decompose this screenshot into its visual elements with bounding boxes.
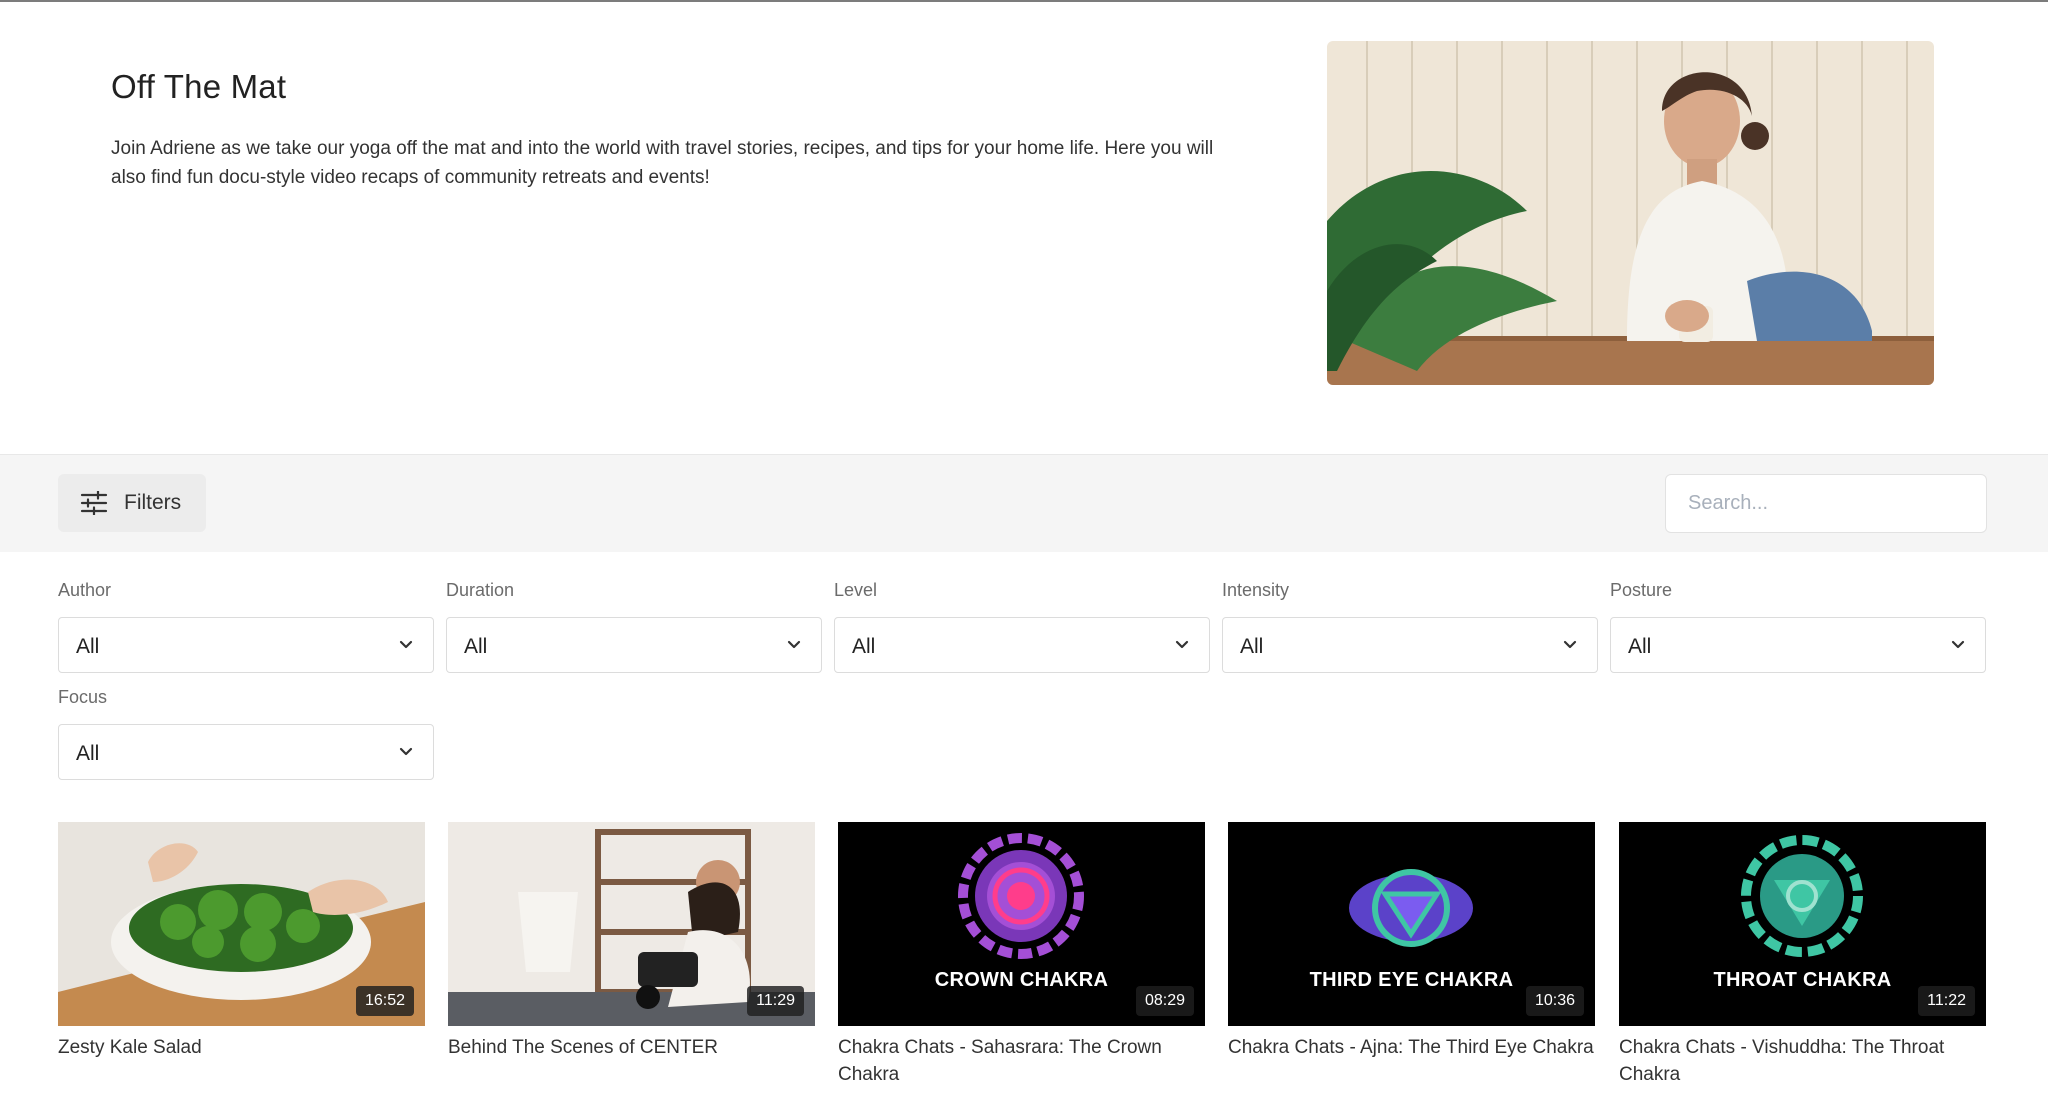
video-thumbnail[interactable]: THIRD EYE CHAKRA 10:36 [1228,822,1595,1026]
duration-select-value: All [464,635,488,658]
video-thumbnail[interactable]: CROWN CHAKRA 08:29 [838,822,1205,1026]
filter-author: Author All [58,580,434,673]
sliders-icon [80,490,108,516]
filter-intensity-label: Intensity [1222,580,1290,600]
video-card[interactable]: THIRD EYE CHAKRA 10:36 Chakra Chats - Aj… [1228,822,1595,1061]
filter-author-label: Author [58,580,112,600]
video-duration: 08:29 [1135,986,1194,1016]
posture-select[interactable]: All [1610,617,1986,673]
video-thumbnail[interactable]: 16:52 [58,822,425,1026]
video-title[interactable]: Chakra Chats - Ajna: The Third Eye Chakr… [1228,1034,1595,1061]
filter-posture: Posture All [1610,580,1986,673]
chevron-down-icon [1175,640,1189,649]
video-duration: 10:36 [1525,986,1584,1016]
filter-posture-label: Posture [1610,580,1673,600]
filter-level-label: Level [834,580,878,600]
chevron-down-icon [399,747,413,756]
video-title[interactable]: Zesty Kale Salad [58,1034,425,1061]
filter-duration: Duration All [446,580,822,673]
video-thumbnail[interactable]: 11:29 [448,822,815,1026]
author-select[interactable]: All [58,617,434,673]
focus-select[interactable]: All [58,724,434,780]
level-select[interactable]: All [834,617,1210,673]
video-title[interactable]: Chakra Chats - Vishuddha: The Throat Cha… [1619,1034,1986,1088]
video-duration: 11:29 [747,986,804,1016]
filter-intensity: Intensity All [1222,580,1598,673]
intensity-select[interactable]: All [1222,617,1598,673]
duration-select[interactable]: All [446,617,822,673]
filter-duration-label: Duration [446,580,515,600]
video-title[interactable]: Chakra Chats - Sahasrara: The Crown Chak… [838,1034,1205,1088]
hero-image [1327,41,1934,385]
filters-button[interactable]: Filters [58,474,206,532]
focus-select-value: All [76,742,100,765]
filters-button-label: Filters [124,491,182,514]
video-duration: 16:52 [355,986,414,1016]
filter-focus: Focus All [58,687,434,780]
page-description: Join Adriene as we take our yoga off the… [111,138,1214,188]
video-title[interactable]: Behind The Scenes of CENTER [448,1034,815,1061]
chevron-down-icon [787,640,801,649]
top-border [0,0,2048,2]
search-input[interactable] [1665,474,1987,533]
filter-level: Level All [834,580,1210,673]
author-select-value: All [76,635,100,658]
chevron-down-icon [1951,640,1965,649]
video-card[interactable]: CROWN CHAKRA 08:29 Chakra Chats - Sahasr… [838,822,1205,1088]
video-card[interactable]: 11:29 Behind The Scenes of CENTER [448,822,815,1061]
posture-select-value: All [1628,635,1652,658]
level-select-value: All [852,635,876,658]
chevron-down-icon [399,640,413,649]
filter-focus-label: Focus [58,687,108,707]
video-card[interactable]: 16:52 Zesty Kale Salad [58,822,425,1061]
page-title: Off The Mat [111,68,287,105]
video-thumbnail[interactable]: THROAT CHAKRA 11:22 [1619,822,1986,1026]
video-duration: 11:22 [1918,986,1975,1016]
chevron-down-icon [1563,640,1577,649]
intensity-select-value: All [1240,635,1264,658]
video-card[interactable]: THROAT CHAKRA 11:22 Chakra Chats - Vishu… [1619,822,1986,1088]
filter-toolbar: Filters [0,454,2048,552]
